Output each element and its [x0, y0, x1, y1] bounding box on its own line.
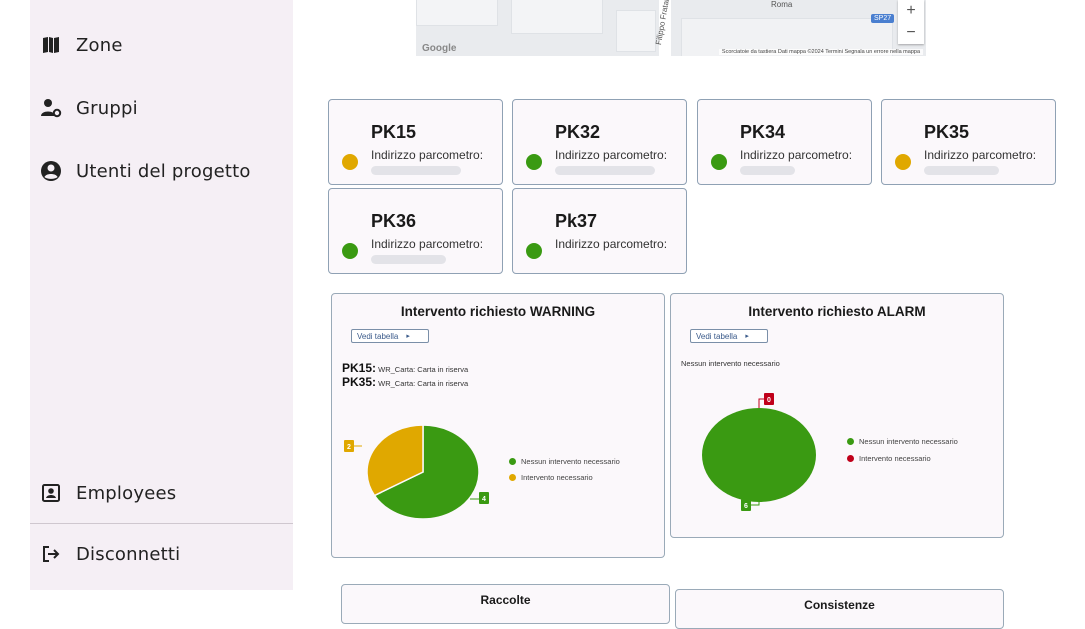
zoom-out-button[interactable]: − [898, 22, 924, 44]
map-block [511, 0, 603, 34]
status-dot-ok [711, 154, 727, 170]
address-redacted [371, 255, 446, 264]
sidebar: Zone Gruppi Utenti del progetto Employee… [30, 0, 293, 590]
address-label: Indirizzo parcometro: [371, 148, 484, 162]
parking-meter-name: PK15 [371, 122, 417, 142]
status-dot-ok [526, 154, 542, 170]
pie-value-label: 6 [744, 503, 748, 510]
sidebar-item-label: Gruppi [76, 97, 138, 119]
zoom-in-button[interactable]: + [898, 0, 924, 22]
address-redacted [555, 166, 655, 175]
parking-meter-card[interactable]: PK35 Indirizzo parcometro: [881, 99, 1056, 185]
alarm-pie-chart: 60 [702, 393, 816, 511]
sidebar-item-employees[interactable]: Employees [30, 473, 293, 513]
parking-meter-card[interactable]: PK34 Indirizzo parcometro: [697, 99, 872, 185]
legend-label: Intervento necessario [521, 473, 593, 482]
parking-meter-card[interactable]: Pk37 Indirizzo parcometro: [512, 188, 687, 274]
panel-title: Raccolte [480, 593, 531, 607]
raccolte-panel: Raccolte [341, 584, 670, 624]
legend-item: Intervento necessario [847, 454, 931, 463]
legend-swatch [847, 438, 854, 445]
pie-slice-nessun-intervento-necessario [702, 408, 816, 502]
legend-item: Intervento necessario [509, 473, 593, 482]
address-label: Indirizzo parcometro: [924, 148, 1037, 162]
legend-label: Nessun intervento necessario [521, 457, 620, 466]
parking-meter-card[interactable]: PK32 Indirizzo parcometro: [512, 99, 687, 185]
parking-meter-name: PK35 [924, 122, 970, 142]
status-dot-ok [342, 243, 358, 259]
legend-item: Nessun intervento necessario [509, 457, 620, 466]
map-zoom-control: + − [898, 0, 924, 44]
warning-panel: Intervento richiesto WARNING Vedi tabell… [331, 293, 665, 558]
warning-pie-chart: 42 [344, 424, 489, 520]
legend-item: Nessun intervento necessario [847, 437, 958, 446]
sidebar-item-disconnetti[interactable]: Disconnetti [30, 534, 293, 574]
address-redacted [740, 166, 795, 175]
sidebar-item-gruppi[interactable]: Gruppi [30, 88, 293, 128]
sidebar-item-label: Employees [76, 482, 177, 504]
sidebar-item-label: Utenti del progetto [76, 160, 251, 182]
address-label: Indirizzo parcometro: [555, 148, 668, 162]
address-label: Indirizzo parcometro: [371, 237, 484, 251]
road-badge: SP27 [871, 14, 895, 23]
address-redacted [371, 166, 461, 175]
parking-meter-name: PK34 [740, 122, 786, 142]
logout-icon [40, 543, 62, 565]
parking-meter-card[interactable]: PK15 Indirizzo parcometro: [328, 99, 503, 185]
legend-swatch [847, 455, 854, 462]
account-circle-icon [40, 160, 62, 182]
pie-value-label: 4 [482, 496, 486, 503]
sidebar-item-label: Zone [76, 34, 123, 56]
consistenze-panel: Consistenze [675, 589, 1004, 629]
pie-value-label: 0 [767, 397, 771, 404]
map-block [416, 0, 498, 26]
badge-icon [40, 482, 62, 504]
address-redacted [924, 166, 999, 175]
group-settings-icon [40, 97, 62, 119]
parking-meter-name: PK36 [371, 211, 417, 231]
sidebar-item-zone[interactable]: Zone [30, 25, 293, 65]
sidebar-divider [30, 523, 293, 524]
map-icon [40, 34, 62, 56]
map-street-label: Roma [771, 0, 793, 9]
pie-leader-line [758, 398, 764, 408]
google-logo: Google [422, 43, 457, 54]
legend-label: Nessun intervento necessario [859, 437, 958, 446]
sidebar-item-utenti[interactable]: Utenti del progetto [30, 151, 293, 191]
parking-meter-card[interactable]: PK36 Indirizzo parcometro: [328, 188, 503, 274]
status-dot-ok [526, 243, 542, 259]
map-block [616, 10, 656, 52]
map-attribution[interactable]: Scorciatoie da tastiera Dati mappa ©2024… [718, 49, 923, 55]
parking-meter-name: PK32 [555, 122, 601, 142]
parking-meter-name: Pk37 [555, 211, 598, 231]
legend-swatch [509, 474, 516, 481]
legend-label: Intervento necessario [859, 454, 931, 463]
status-dot-warning [342, 154, 358, 170]
pie-value-label: 2 [347, 444, 351, 451]
alarm-panel: Intervento richiesto ALARM Vedi tabella ▸… [670, 293, 1004, 538]
panel-title: Consistenze [804, 598, 875, 612]
status-dot-warning [895, 154, 911, 170]
address-label: Indirizzo parcometro: [555, 237, 668, 251]
address-label: Indirizzo parcometro: [740, 148, 853, 162]
sidebar-item-label: Disconnetti [76, 543, 181, 565]
map[interactable]: Filippo Fratal Roma SP27 Google Scorciat… [416, 0, 926, 56]
legend-swatch [509, 458, 516, 465]
